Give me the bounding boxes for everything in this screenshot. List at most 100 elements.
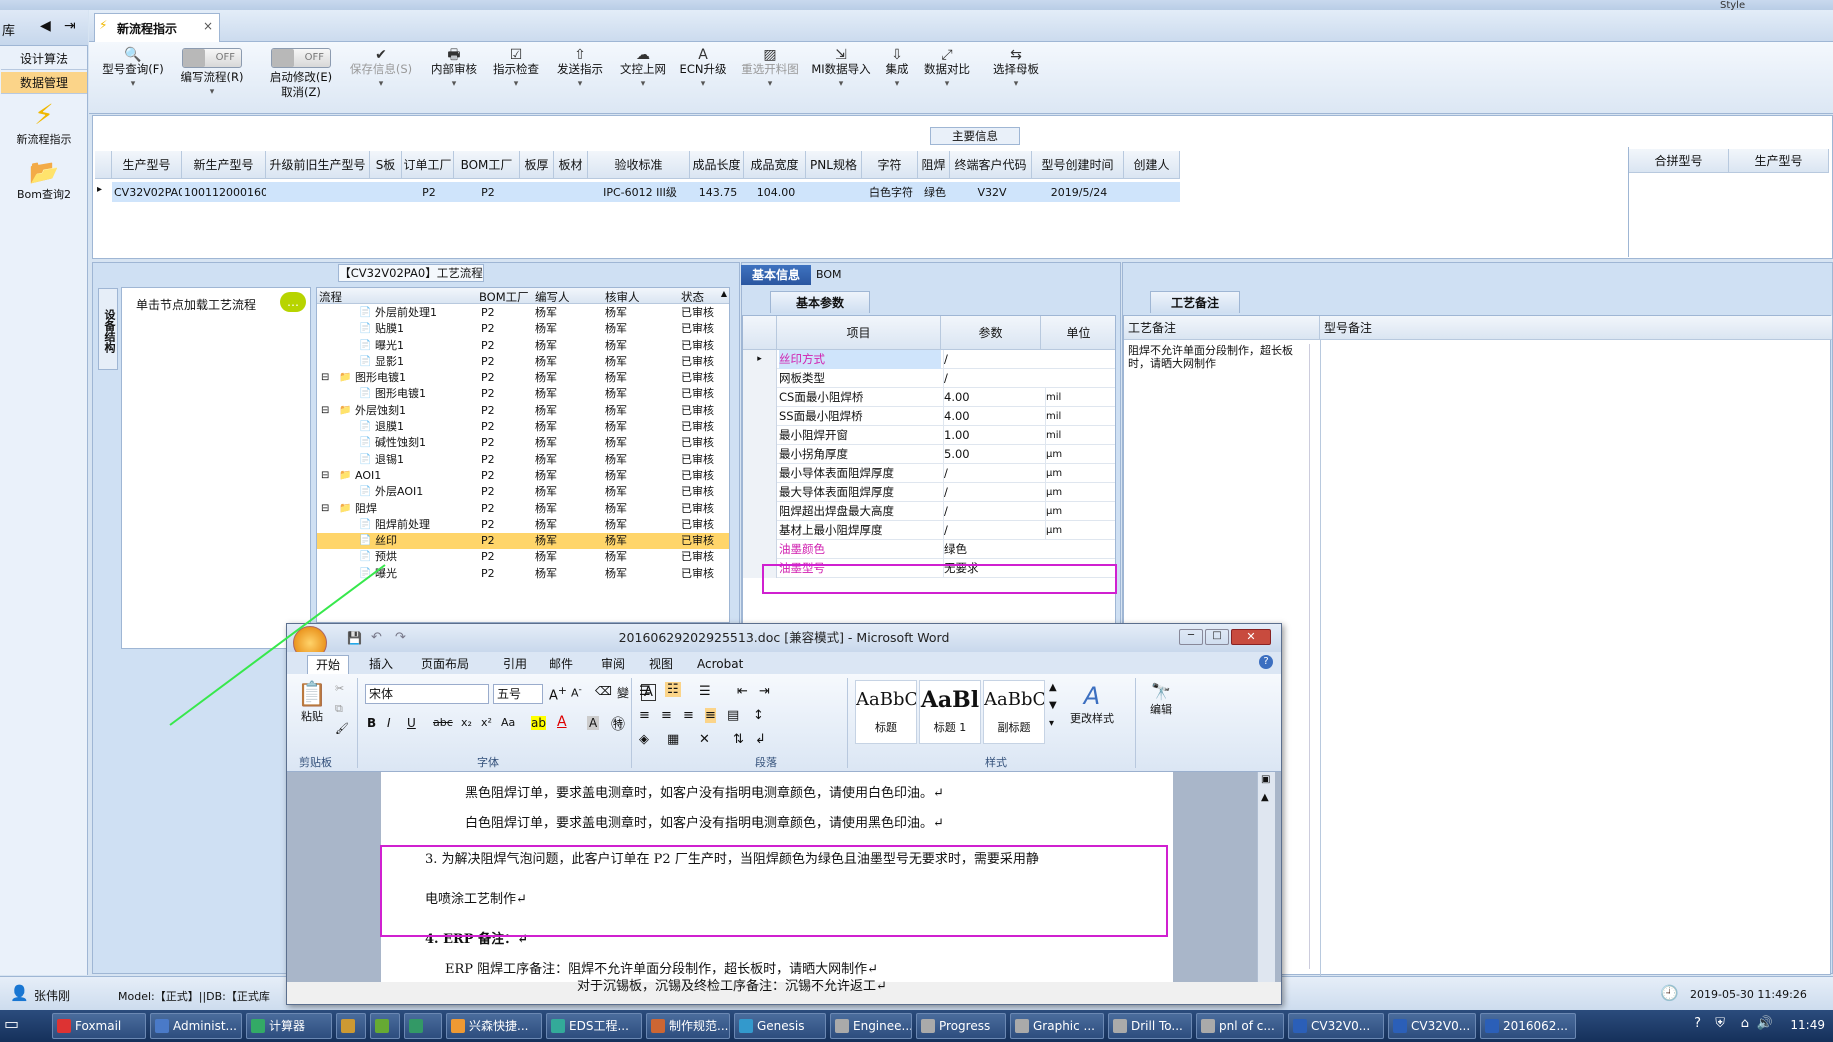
- ribbon-button-0[interactable]: 🔍 型号查询(F) ▾: [98, 44, 168, 110]
- exit-icon[interactable]: ⇥: [64, 18, 76, 34]
- word-scrollbar[interactable]: ▣ ▲: [1257, 772, 1275, 982]
- ribbon-button-11[interactable]: ⇩ 集成 ▾: [880, 44, 914, 110]
- taskbar-item[interactable]: 兴森快捷...: [446, 1013, 542, 1039]
- toggle-switch[interactable]: OFF: [182, 48, 242, 68]
- param-row[interactable]: 网板类型 /: [743, 369, 1115, 388]
- style-gallery-item[interactable]: AaBbC(标题: [855, 680, 917, 744]
- tree-row[interactable]: 📄 退锡1 P2 杨军 杨军 已审核: [317, 452, 729, 468]
- param-value[interactable]: 4.00: [943, 388, 1041, 407]
- word-window[interactable]: 💾 ↶ ↷ 20160629202925513.doc [兼容模式] - Mic…: [286, 623, 1282, 1005]
- numbering-icon[interactable]: ☷: [665, 682, 681, 697]
- change-styles-button[interactable]: A 更改样式: [1067, 682, 1117, 726]
- word-tab[interactable]: 审阅: [601, 655, 625, 673]
- column-header[interactable]: BOM工厂: [454, 151, 520, 179]
- scroll-up-icon[interactable]: ▲: [1261, 792, 1269, 803]
- param-column-header[interactable]: 参数: [941, 316, 1041, 350]
- ribbon-button-1[interactable]: OFF 编写流程(R) ▾: [172, 44, 252, 110]
- column-header[interactable]: S板: [370, 151, 402, 179]
- param-column-header[interactable]: 单位: [1041, 316, 1115, 350]
- minimize-button[interactable]: ─: [1179, 629, 1203, 645]
- param-value[interactable]: /: [943, 464, 1041, 483]
- style-gallery-item[interactable]: AaBbC(副标题: [983, 680, 1045, 744]
- justify-icon[interactable]: ≡: [705, 708, 716, 723]
- taskbar-item[interactable]: [336, 1013, 366, 1039]
- tab-bom[interactable]: BOM: [816, 268, 842, 281]
- column-header[interactable]: PNL规格: [806, 151, 862, 179]
- taskbar-item[interactable]: Enginee...: [830, 1013, 912, 1039]
- ribbon-button-13[interactable]: ⇆ 选择母板 ▾: [980, 44, 1052, 110]
- maximize-button[interactable]: □: [1205, 629, 1229, 645]
- styles-scroll-down-icon[interactable]: ▼: [1049, 700, 1057, 711]
- nav-bom-query[interactable]: 📂 Bom查询2: [2, 158, 86, 202]
- style-gallery-item[interactable]: AaBl 标题 1: [919, 680, 981, 744]
- side-tab-equipment[interactable]: 设备结构: [98, 288, 118, 370]
- font-size-select[interactable]: 五号: [493, 684, 543, 704]
- tab-basic-info[interactable]: 基本信息: [741, 265, 811, 285]
- param-value[interactable]: 绿色: [943, 540, 1041, 559]
- ribbon-button-7[interactable]: ☁ 文控上网 ▾: [614, 44, 672, 110]
- highlight-icon[interactable]: ab: [531, 716, 546, 730]
- bullets-icon[interactable]: ☰: [639, 684, 651, 699]
- tree-row[interactable]: 📄 曝光1 P2 杨军 杨军 已审核: [317, 338, 729, 354]
- column-header[interactable]: 型号创建时间: [1032, 151, 1124, 179]
- param-row[interactable]: 最小阻焊开窗 1.00 mil: [743, 426, 1115, 445]
- param-row[interactable]: CS面最小阻焊桥 4.00 mil: [743, 388, 1115, 407]
- taskbar-item[interactable]: Genesis: [734, 1013, 826, 1039]
- column-header[interactable]: 成品宽度: [744, 151, 806, 179]
- clear-format-icon[interactable]: ⌫: [595, 684, 612, 698]
- security-icon[interactable]: ⛨: [1715, 1016, 1725, 1031]
- param-row[interactable]: 最小拐角厚度 5.00 μm: [743, 445, 1115, 464]
- borders-icon[interactable]: ▦: [667, 732, 679, 747]
- scroll-up-icon[interactable]: ▲: [721, 289, 727, 298]
- param-row[interactable]: 基材上最小阻焊厚度 / μm: [743, 521, 1115, 540]
- ribbon-button-8[interactable]: A ECN升级 ▾: [676, 44, 730, 110]
- tree-column-header[interactable]: BOM工厂: [479, 289, 535, 305]
- multilevel-list-icon[interactable]: ☰: [699, 684, 711, 699]
- tree-row[interactable]: 📄 显影1 P2 杨军 杨军 已审核: [317, 354, 729, 370]
- param-row[interactable]: 最小导体表面阻焊厚度 / μm: [743, 464, 1115, 483]
- show-desktop-icon[interactable]: ▭: [4, 1014, 34, 1038]
- column-header[interactable]: 板材: [554, 151, 588, 179]
- param-value[interactable]: 5.00: [943, 445, 1041, 464]
- phonetic-icon[interactable]: 變: [617, 684, 629, 701]
- decrease-indent-icon[interactable]: ⇤: [737, 684, 748, 699]
- align-left-icon[interactable]: ≡: [639, 708, 650, 723]
- remarks-scrollbar[interactable]: [1309, 344, 1319, 969]
- column-header[interactable]: 生产型号: [1729, 149, 1829, 173]
- superscript-icon[interactable]: x²: [481, 716, 492, 729]
- taskbar-item[interactable]: pnl of c...: [1196, 1013, 1284, 1039]
- ribbon-button-3[interactable]: ✔ 保存信息(S) ▾: [346, 44, 416, 110]
- underline-icon[interactable]: U: [407, 716, 416, 730]
- styles-scroll-up-icon[interactable]: ▲: [1049, 682, 1057, 693]
- nav-new-flow[interactable]: ⚡ 新流程指示: [2, 98, 86, 147]
- enclose-char-icon[interactable]: ㊕: [611, 714, 625, 734]
- align-center-icon[interactable]: ≡: [661, 708, 672, 723]
- ribbon-button-10[interactable]: ⇲ MI数据导入 ▾: [806, 44, 876, 110]
- taskbar-item[interactable]: EDS工程...: [546, 1013, 642, 1039]
- column-header[interactable]: 新生产型号: [182, 151, 266, 179]
- toggle-switch[interactable]: OFF: [271, 48, 331, 68]
- redo-icon[interactable]: ↷: [395, 624, 406, 652]
- close-button[interactable]: ✕: [1231, 629, 1271, 645]
- collapse-icon[interactable]: ⊟: [321, 501, 329, 517]
- param-row[interactable]: 阻焊超出焊盘最大高度 / μm: [743, 502, 1115, 521]
- taskbar-item[interactable]: CV32V0...: [1388, 1013, 1476, 1039]
- taskbar-item[interactable]: Foxmail: [52, 1013, 146, 1039]
- tree-row[interactable]: 📄 碱性蚀刻1 P2 杨军 杨军 已审核: [317, 435, 729, 451]
- help-tray-icon[interactable]: ?: [1694, 1016, 1701, 1031]
- word-tab[interactable]: Acrobat: [697, 655, 743, 673]
- tree-row[interactable]: 📄 图形电镀1 P2 杨军 杨军 已审核: [317, 386, 729, 402]
- line-spacing-icon[interactable]: ↕: [753, 708, 764, 723]
- tree-row[interactable]: 📄 外层前处理1 P2 杨军 杨军 已审核: [317, 305, 729, 321]
- ribbon-button-4[interactable]: 🖶 内部审核 ▾: [424, 44, 484, 110]
- param-value[interactable]: /: [943, 502, 1041, 521]
- column-header[interactable]: 板厚: [520, 151, 554, 179]
- taskbar-item[interactable]: 2016062...: [1480, 1013, 1576, 1039]
- tree-row[interactable]: 📄 丝印 P2 杨军 杨军 已审核: [317, 533, 729, 550]
- column-header[interactable]: 验收标准: [588, 151, 690, 179]
- subtab-basic-params[interactable]: 基本参数: [770, 291, 870, 313]
- column-header[interactable]: 终端客户代码: [950, 151, 1032, 179]
- nav-item-design[interactable]: 设计算法: [1, 48, 87, 70]
- close-icon[interactable]: ×: [203, 19, 213, 33]
- font-color-icon[interactable]: A: [557, 714, 567, 730]
